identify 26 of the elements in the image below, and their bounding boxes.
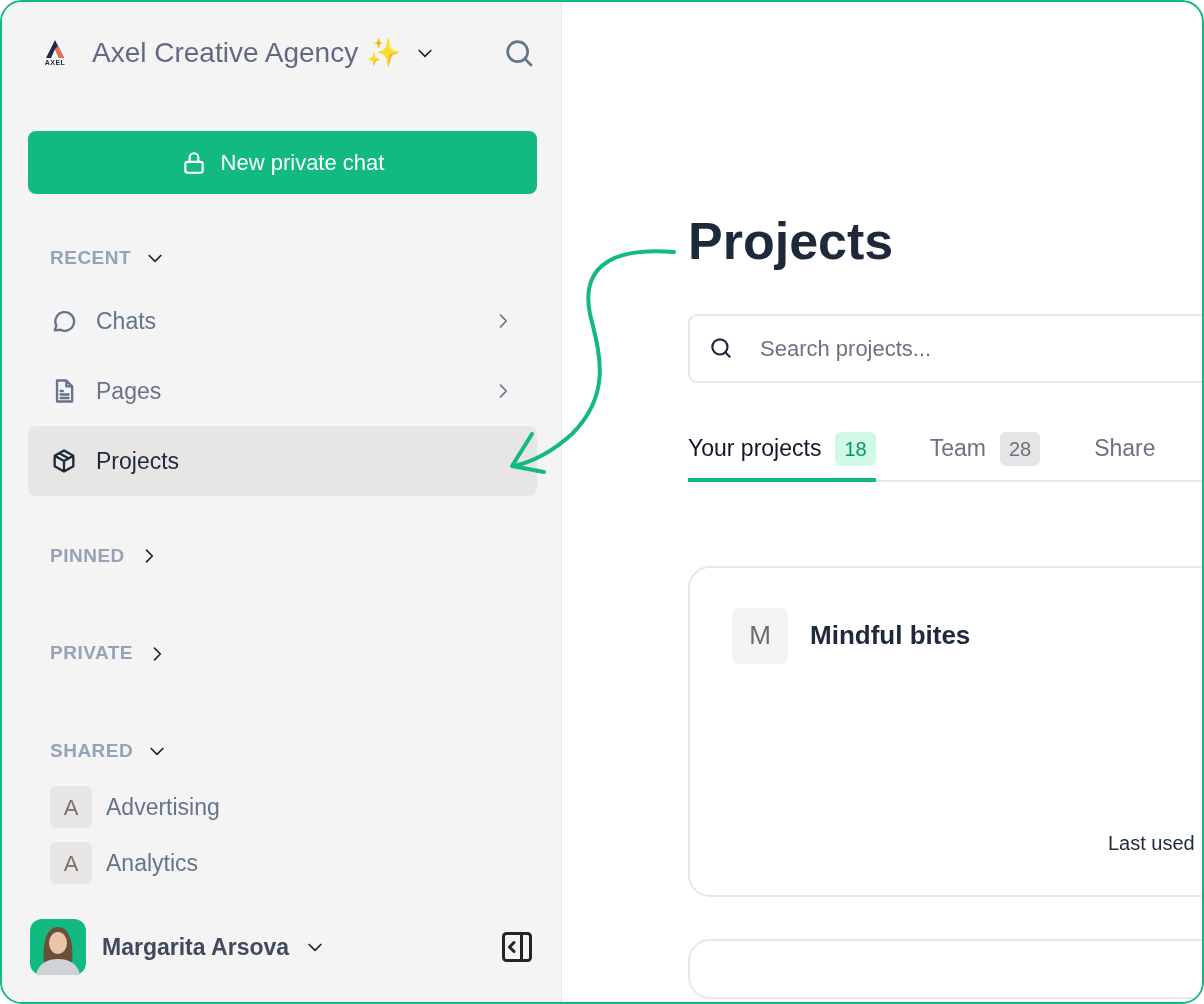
- user-name[interactable]: Margarita Arsova: [102, 930, 290, 965]
- last-used-text: Last used: [1108, 830, 1195, 856]
- space-initial: A: [50, 786, 92, 829]
- project-card[interactable]: M Mindful bites Last used: [688, 565, 1202, 897]
- tab[interactable]: Team 28: [929, 431, 1041, 482]
- new-chat-button[interactable]: New private chat: [28, 131, 537, 195]
- sidebar-item[interactable]: Chats: [28, 285, 537, 356]
- page-title: Projects: [688, 211, 895, 272]
- section-label: SHARED: [50, 739, 134, 764]
- count-badge: 18: [835, 431, 876, 466]
- section-label: PINNED: [50, 543, 125, 568]
- tab[interactable]: Share: [1094, 431, 1156, 482]
- space-initial: A: [50, 842, 92, 885]
- count-badge: 28: [999, 431, 1041, 466]
- workspace-name[interactable]: Axel Creative Agency ✨: [92, 31, 401, 74]
- sidebar-item[interactable]: Pages: [28, 355, 537, 426]
- section-label: PRIVATE: [50, 641, 134, 666]
- logo-icon: [44, 39, 66, 60]
- project-name: Mindful bites: [810, 619, 971, 653]
- section-label: RECENT: [50, 245, 132, 270]
- project-initial: M: [732, 607, 788, 664]
- space-name[interactable]: Analytics: [106, 846, 199, 881]
- space-name[interactable]: Advertising: [106, 790, 220, 825]
- sidebar-item[interactable]: Projects: [28, 425, 537, 496]
- search-field[interactable]: Search projects...: [688, 314, 1202, 384]
- tab[interactable]: Your projects 18: [688, 431, 876, 482]
